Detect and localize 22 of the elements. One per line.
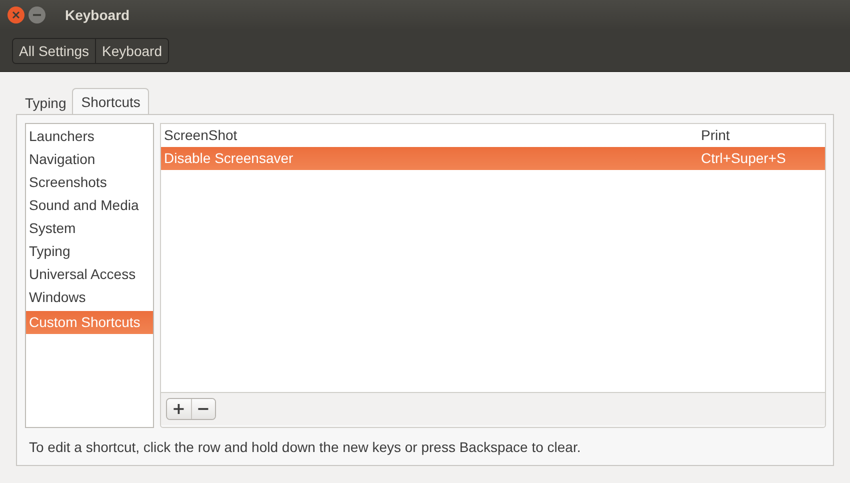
minimize-icon[interactable] (28, 6, 46, 24)
tab[interactable]: Typing (19, 91, 72, 114)
category-item[interactable]: Navigation (26, 148, 153, 171)
category-item[interactable]: Universal Access (26, 263, 153, 286)
action-name: ScreenShot (164, 126, 238, 145)
close-icon[interactable] (7, 6, 25, 24)
breadcrumb-button[interactable]: All Settings (13, 38, 96, 62)
shortcut-row[interactable]: ScreenShot Print (161, 124, 825, 147)
add-button[interactable]: + (167, 399, 192, 419)
hint-text: To edit a shortcut, click the row and hold down the new keys or press Backspace to clear. (28, 438, 582, 455)
window-title: Keyboard (65, 7, 130, 23)
category-item[interactable]: Typing (26, 240, 153, 263)
category-item[interactable]: Launchers (26, 125, 153, 148)
remove-button[interactable]: − (192, 399, 215, 419)
category-item[interactable]: Sound and Media (26, 194, 153, 217)
key-combination: Ctrl+Super+S (701, 149, 787, 168)
tab[interactable]: Shortcuts (72, 88, 150, 114)
key-combination: Print (701, 126, 731, 145)
category-item[interactable]: Screenshots (26, 171, 153, 194)
category-item[interactable]: System (26, 217, 153, 240)
category-item[interactable]: Windows (26, 286, 153, 309)
action-name: Disable Screensaver (164, 149, 294, 168)
